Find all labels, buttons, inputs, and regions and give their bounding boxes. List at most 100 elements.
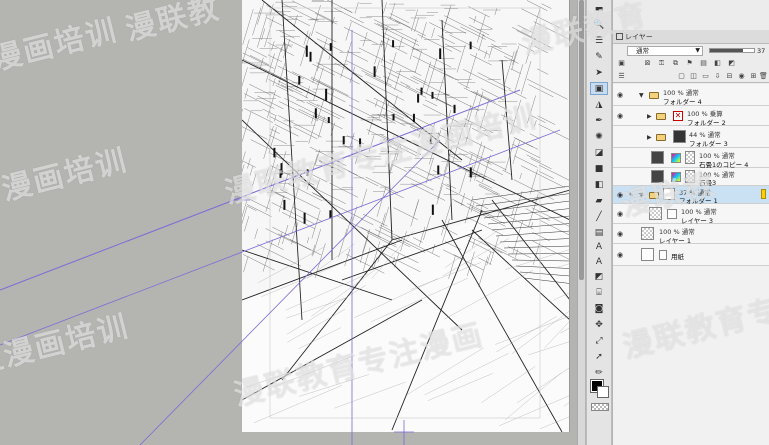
window-mark bbox=[412, 113, 415, 123]
sketch-line bbox=[264, 16, 274, 48]
move-layer-icon[interactable]: ✥ bbox=[590, 318, 608, 331]
palette-icon[interactable]: ▣ bbox=[617, 59, 626, 68]
lock-icon[interactable]: ⚿ bbox=[657, 59, 666, 68]
layer-row[interactable]: ◉ 100 % 通常 レイヤー 3 bbox=[613, 204, 769, 225]
create-mask-icon[interactable]: ◉ bbox=[737, 72, 746, 81]
new-vector-layer-icon[interactable]: ◫ bbox=[689, 72, 698, 81]
transparent-color-swatch[interactable] bbox=[591, 403, 609, 411]
layer-color-marker bbox=[761, 189, 766, 199]
transfer-down-icon[interactable]: ⇩ bbox=[713, 72, 722, 81]
sketch-line bbox=[331, 17, 335, 25]
sketch-line bbox=[526, 154, 541, 163]
opacity-slider[interactable] bbox=[709, 48, 755, 53]
transform-icon[interactable]: ⤢ bbox=[590, 334, 608, 347]
layer-row[interactable]: ◉ ▼ 100 % 通常 フォルダー 4 bbox=[613, 84, 769, 106]
sketch-line bbox=[294, 18, 310, 26]
window-mark bbox=[273, 147, 276, 158]
new-folder-icon[interactable]: ▭ bbox=[701, 72, 710, 81]
sub-color-swatch[interactable] bbox=[597, 386, 609, 398]
sketch-line bbox=[317, 98, 325, 121]
sketch-line bbox=[494, 8, 498, 16]
eye-icon[interactable]: ◉ bbox=[617, 231, 625, 238]
text-tool-icon[interactable]: A bbox=[590, 240, 608, 253]
layer-row[interactable]: ◉ 100 % 通常 レイヤー 1 bbox=[613, 224, 769, 245]
draft-icon[interactable]: ▤ bbox=[699, 59, 708, 68]
sketch-line bbox=[282, 212, 316, 230]
eyedropper-tool-icon[interactable]: ✒ bbox=[590, 114, 608, 127]
blend-mode-select[interactable]: 通常 ▼ bbox=[627, 46, 703, 56]
scrollbar-thumb[interactable] bbox=[579, 0, 584, 280]
sketch-line bbox=[444, 6, 451, 28]
pen-tool-icon[interactable]: ✎ bbox=[590, 50, 608, 63]
clip-icon[interactable]: ⧉ bbox=[671, 59, 680, 68]
chevron-down-icon[interactable]: ▼ bbox=[639, 192, 646, 199]
layer-menu-icon[interactable]: ☰ bbox=[617, 72, 626, 81]
new-raster-layer-icon[interactable]: ▢ bbox=[677, 72, 686, 81]
eye-icon[interactable]: ◉ bbox=[617, 211, 625, 218]
lasso-tool-icon[interactable]: ◮ bbox=[590, 98, 608, 111]
sketch-line bbox=[512, 50, 517, 65]
eye-icon[interactable]: ◉ bbox=[617, 92, 625, 99]
object-tool-icon[interactable]: ➤ bbox=[590, 66, 608, 79]
brush-tool-icon[interactable]: ▰ bbox=[590, 194, 608, 207]
eye-icon[interactable]: ◉ bbox=[617, 252, 625, 259]
sketch-line bbox=[400, 81, 411, 87]
sketch-line bbox=[292, 0, 332, 21]
layer-color-icon[interactable]: ◧ bbox=[713, 59, 722, 68]
window-mark bbox=[437, 165, 440, 175]
sketch-line bbox=[362, 32, 368, 47]
blend-tool-icon[interactable]: ✺ bbox=[590, 130, 608, 143]
merge-down-icon[interactable]: ⊟ bbox=[725, 72, 734, 81]
color-pick-icon[interactable]: ✏ bbox=[590, 366, 608, 379]
sketch-line bbox=[452, 127, 464, 163]
eye-icon[interactable]: ◉ bbox=[617, 113, 625, 120]
sketch-line bbox=[312, 228, 321, 257]
mask-toggle-icon[interactable]: ◩ bbox=[727, 59, 736, 68]
lock-alpha-icon[interactable]: ⊠ bbox=[643, 59, 652, 68]
sketch-line bbox=[481, 34, 496, 42]
layer-row-paper[interactable]: ◉ 用紙 bbox=[613, 244, 769, 266]
sketch-line bbox=[438, 134, 455, 143]
sketch-line bbox=[242, 67, 248, 87]
sketch-line bbox=[349, 132, 355, 147]
delete-layer-icon[interactable]: 🗑 bbox=[759, 72, 768, 81]
sketch-line bbox=[444, 43, 462, 53]
figure-tool-icon[interactable]: ╱ bbox=[590, 210, 608, 223]
eraser-tool-icon[interactable]: ◪ bbox=[590, 146, 608, 159]
frame-tool-icon[interactable]: ▤ bbox=[590, 226, 608, 239]
eye-icon[interactable]: ◉ bbox=[617, 192, 625, 199]
chevron-right-icon[interactable]: ▶ bbox=[647, 113, 654, 120]
arrow-tool-icon[interactable]: ➚ bbox=[590, 350, 608, 363]
menu-icon[interactable]: ▬ bbox=[590, 2, 608, 15]
sketch-line bbox=[271, 190, 291, 200]
reference-icon[interactable]: ⚑ bbox=[685, 59, 694, 68]
drawing-paper[interactable] bbox=[242, 0, 570, 432]
balloon-tool-icon[interactable]: A bbox=[590, 255, 608, 268]
layer-row-selected[interactable]: ◉ ✎ ▼ 37 % 通常 フォルダー 1 bbox=[613, 186, 769, 205]
apply-mask-icon[interactable]: ⊞ bbox=[749, 72, 758, 81]
sketch-line bbox=[314, 149, 321, 166]
layer-row[interactable]: 100 % 通常 石畳1のコピー 4 bbox=[613, 148, 769, 169]
sketch-line bbox=[425, 157, 434, 184]
layer-row[interactable]: 100 % 通常 石畳3 bbox=[613, 168, 769, 187]
operation-icon[interactable]: ◙ bbox=[590, 302, 608, 315]
sketch-line bbox=[306, 154, 318, 190]
sketch-line bbox=[311, 4, 321, 37]
sketch-line bbox=[437, 35, 455, 45]
fill-tool-icon[interactable]: ■ bbox=[590, 162, 608, 175]
select-tool-icon[interactable]: ▣ bbox=[590, 82, 608, 95]
gradient-tool-icon[interactable]: ◧ bbox=[590, 178, 608, 191]
layer-panel-tab[interactable]: レイヤー bbox=[613, 30, 769, 44]
layer-mask-thumbnail bbox=[667, 209, 677, 219]
sketch-line bbox=[569, 330, 570, 350]
chevron-down-icon[interactable]: ▼ bbox=[639, 92, 646, 99]
canvas-vertical-scrollbar[interactable] bbox=[577, 0, 585, 445]
ruler-tool-icon[interactable]: ⌸ bbox=[590, 286, 608, 299]
hand-tool-icon[interactable]: ☰ bbox=[590, 34, 608, 47]
chevron-right-icon[interactable]: ▶ bbox=[647, 134, 654, 141]
line-correction-icon[interactable]: ◩ bbox=[590, 270, 608, 283]
layer-row[interactable]: ◉ ▶ ✕ 100 % 乗算 フォルダー 2 bbox=[613, 106, 769, 127]
layer-panel: レイヤー 通常 ▼ 37 ▣ ⊠ ⚿ ⧉ ⚑ ▤ ◧ ◩ ☰ ▢ ◫ ▭ ⇩ ⊟… bbox=[613, 0, 769, 445]
zoom-tool-icon[interactable]: 🔍 bbox=[590, 18, 608, 31]
layer-row[interactable]: ▶ 44 % 通常 フォルダー 3 bbox=[613, 126, 769, 148]
